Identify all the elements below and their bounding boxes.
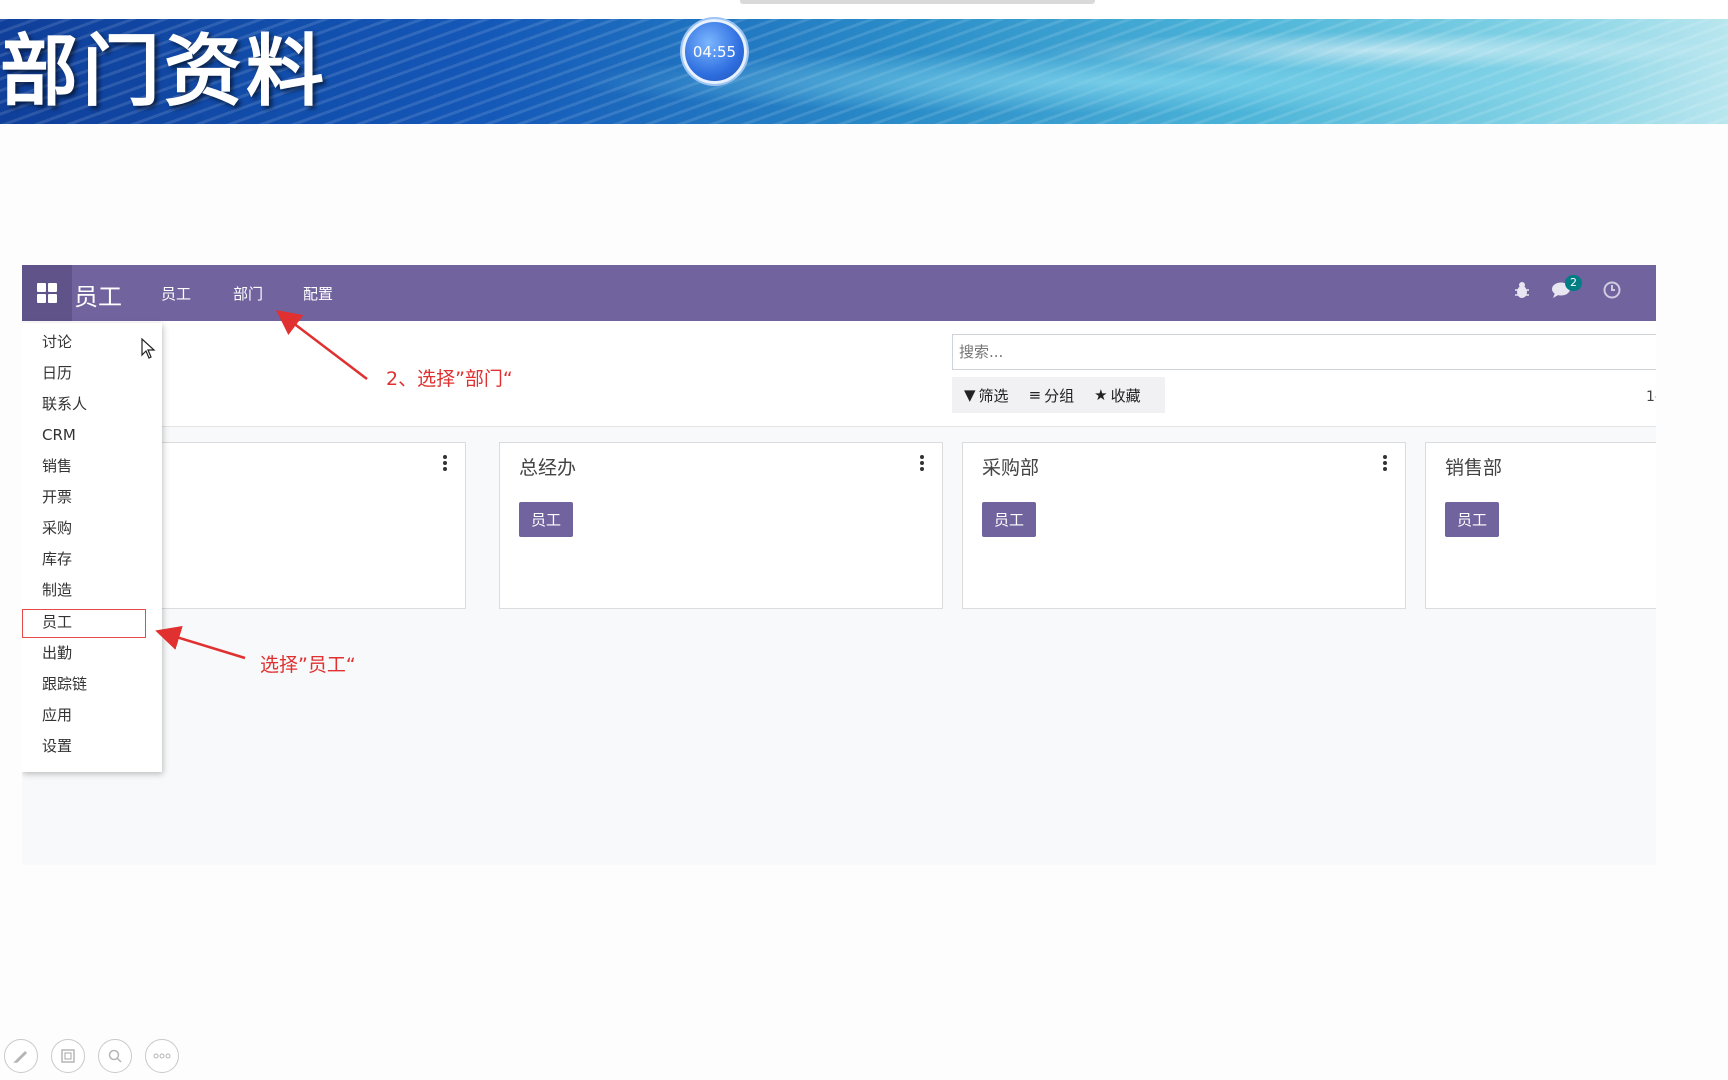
- more-icon: [153, 1053, 171, 1059]
- mouse-cursor-icon: [141, 338, 156, 359]
- annotation-step2: 2、选择”部门“: [386, 368, 513, 390]
- slides-icon: [61, 1049, 75, 1063]
- zoom-button[interactable]: [98, 1039, 132, 1073]
- slides-button[interactable]: [51, 1039, 85, 1073]
- pen-tool-button[interactable]: [4, 1039, 38, 1073]
- magnifier-icon: [108, 1049, 122, 1063]
- arrow-to-departments: [276, 309, 368, 380]
- more-options-button[interactable]: [145, 1039, 179, 1073]
- arrow-to-employees: [155, 625, 246, 660]
- pen-icon: [13, 1050, 28, 1063]
- annotation-arrows: [155, 309, 368, 660]
- slide: 部门资料 04:55 员工 员工 部门 配置 2 搜索... ▼ 筛选 ≡ 分组…: [0, 0, 1728, 1080]
- annotation-step1: 选择”员工“: [260, 654, 356, 676]
